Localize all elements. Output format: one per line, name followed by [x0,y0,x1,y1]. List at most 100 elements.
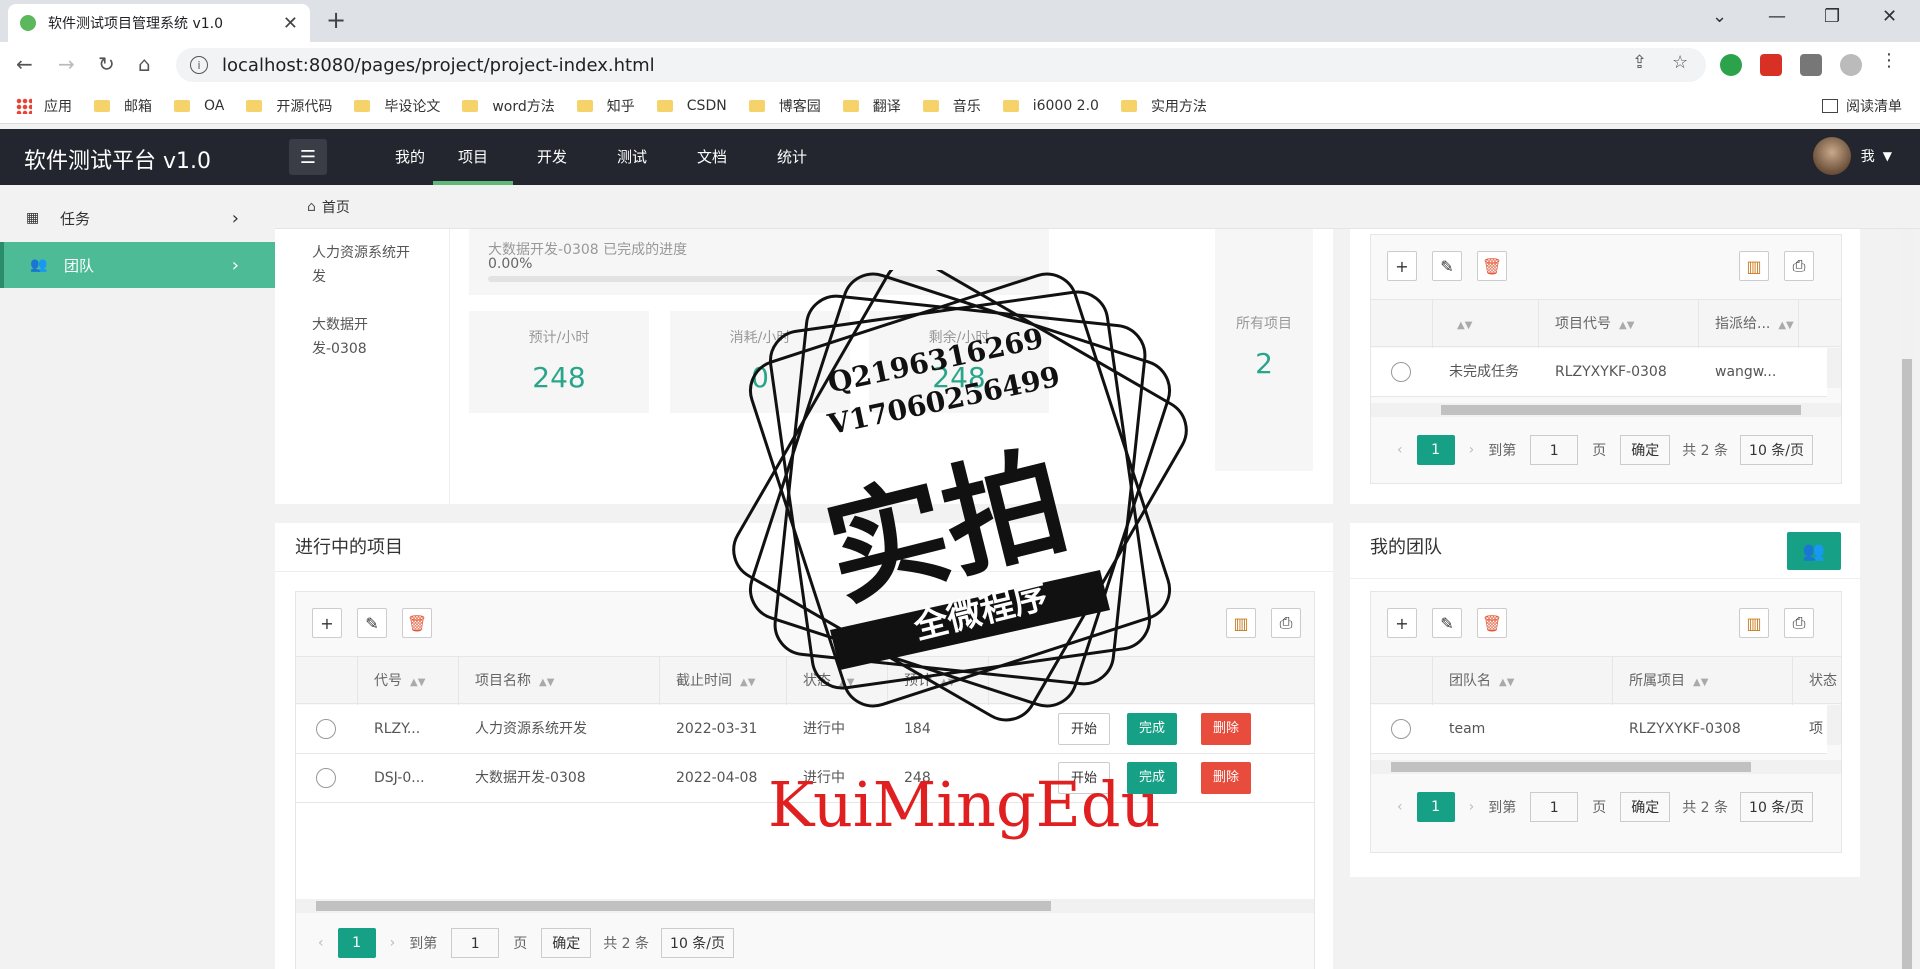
confirm-button[interactable]: 确定 [1620,435,1671,465]
page-input[interactable]: 1 [1530,792,1579,822]
nav-docs[interactable]: 文档 [672,129,752,185]
prev-page-icon[interactable]: ‹ [318,935,324,951]
columns-icon[interactable]: ▥ [1226,608,1256,638]
bookmark-item[interactable]: CSDN [656,98,727,114]
sidebar-item-team[interactable]: 👥 团队 › [0,242,275,288]
home-icon[interactable]: ⌂ [307,199,316,215]
vertical-scrollbar[interactable] [1827,705,1841,745]
current-page[interactable]: 1 [337,928,376,958]
prev-page-icon[interactable]: ‹ [1397,799,1403,815]
confirm-button[interactable]: 确定 [541,928,592,958]
page-input[interactable]: 1 [451,928,500,958]
table-row[interactable]: 未完成任务 RLZYXYKF-0308 wangw... [1371,348,1827,397]
bookmark-item[interactable]: 实用方法 [1120,96,1207,116]
bookmark-item[interactable]: OA [174,98,224,114]
reading-list-button[interactable]: 阅读清单 [1822,96,1902,116]
puzzle-extension-icon[interactable] [1800,54,1822,76]
bookmark-item[interactable]: word方法 [462,96,555,116]
delete-icon[interactable]: 🗑 [402,608,432,638]
per-page-select[interactable]: 10 条/页 [1740,435,1814,465]
maximize-icon[interactable]: ❐ [1824,6,1840,27]
bookmark-item[interactable]: 翻译 [842,96,901,116]
column-header[interactable]: 团队名 ▲▼ [1433,657,1613,705]
table-row[interactable]: team RLZYXYKF-0308 项 [1371,705,1827,754]
sidebar-item-tasks[interactable]: ▦ 任务 › [0,195,275,241]
row-radio[interactable] [316,719,336,739]
edit-icon[interactable]: ✎ [1432,608,1462,638]
row-radio[interactable] [1391,362,1411,382]
next-page-icon[interactable]: › [1469,799,1475,815]
bookmark-star-icon[interactable]: ☆ [1672,52,1688,73]
horizontal-scrollbar[interactable] [1371,403,1841,417]
per-page-select[interactable]: 10 条/页 [1740,792,1814,822]
scrollbar-thumb[interactable] [1902,359,1912,969]
user-menu[interactable]: 我 ▼ [1812,137,1892,175]
scrollbar-thumb[interactable] [1441,405,1801,415]
tab-search-chevron-icon[interactable]: ⌄ [1712,6,1727,27]
edit-icon[interactable]: ✎ [1432,251,1462,281]
bookmark-item[interactable]: 知乎 [576,96,635,116]
column-header[interactable]: 代号 ▲▼ [358,657,459,705]
edit-icon[interactable]: ✎ [357,608,387,638]
row-radio[interactable] [1391,719,1411,739]
column-header[interactable]: 项目代号 ▲▼ [1539,300,1699,348]
nav-project[interactable]: 项目 [433,129,513,185]
bookmark-item[interactable]: 博客园 [748,96,821,116]
new-tab-icon[interactable]: + [326,6,346,34]
profile-icon[interactable] [1840,54,1862,76]
export-icon[interactable]: ⎙ [1784,251,1814,281]
forward-icon[interactable]: → [58,52,75,76]
prev-page-icon[interactable]: ‹ [1397,442,1403,458]
columns-icon[interactable]: ▥ [1739,608,1769,638]
delete-button[interactable]: 删除 [1201,713,1252,745]
browser-tab[interactable]: 软件测试项目管理系统 v1.0 ✕ [8,4,310,42]
bookmark-item[interactable]: i6000 2.0 [1002,98,1099,114]
per-page-select[interactable]: 10 条/页 [661,928,735,958]
shield-extension-icon[interactable] [1720,54,1742,76]
column-header[interactable]: ▲▼ [1433,300,1539,348]
column-header[interactable]: 项目名称 ▲▼ [459,657,660,705]
delete-icon[interactable]: 🗑 [1477,251,1507,281]
bookmark-item[interactable]: 毕设论文 [354,96,440,116]
minimize-icon[interactable]: — [1768,6,1786,27]
nav-stats[interactable]: 统计 [752,129,832,185]
nav-test[interactable]: 测试 [592,129,672,185]
breadcrumb-home[interactable]: 首页 [322,197,350,217]
home-icon[interactable]: ⌂ [138,52,151,76]
bookmark-item[interactable]: 开源代码 [246,96,332,116]
fe-extension-icon[interactable] [1760,54,1782,76]
overview-project-name[interactable]: 人力资源系统开发 [312,241,422,289]
columns-icon[interactable]: ▥ [1739,251,1769,281]
menu-toggle-icon[interactable]: ☰ [289,139,327,175]
bookmark-item[interactable]: 音乐 [922,96,981,116]
delete-button[interactable]: 删除 [1201,762,1252,794]
row-radio[interactable] [316,768,336,788]
confirm-button[interactable]: 确定 [1620,792,1671,822]
next-page-icon[interactable]: › [1469,442,1475,458]
delete-icon[interactable]: 🗑 [1477,608,1507,638]
share-icon[interactable]: ⇪ [1632,52,1647,73]
export-icon[interactable]: ⎙ [1271,608,1301,638]
window-close-icon[interactable]: ✕ [1882,6,1897,27]
bookmark-apps[interactable]: 应用 [16,96,72,116]
horizontal-scrollbar[interactable] [1371,760,1841,774]
vertical-scrollbar[interactable] [1827,348,1841,388]
page-input[interactable]: 1 [1530,435,1579,465]
add-icon[interactable]: + [1387,251,1417,281]
nav-dev[interactable]: 开发 [512,129,592,185]
column-header[interactable]: 所属项目 ▲▼ [1613,657,1793,705]
bookmark-item[interactable]: 邮箱 [94,96,152,116]
close-tab-icon[interactable]: ✕ [283,13,298,34]
back-icon[interactable]: ← [16,52,33,76]
export-icon[interactable]: ⎙ [1784,608,1814,638]
next-page-icon[interactable]: › [390,935,396,951]
add-icon[interactable]: + [312,608,342,638]
horizontal-scrollbar[interactable] [296,899,1314,913]
overview-project-name[interactable]: 大数据开发-0308 [312,313,422,361]
reload-icon[interactable]: ↻ [98,52,115,76]
team-users-icon[interactable]: 👥 [1787,532,1841,570]
site-info-icon[interactable]: i [190,56,208,74]
page-vertical-scrollbar[interactable] [1900,229,1914,969]
scrollbar-thumb[interactable] [316,901,1051,911]
current-page[interactable]: 1 [1416,435,1455,465]
